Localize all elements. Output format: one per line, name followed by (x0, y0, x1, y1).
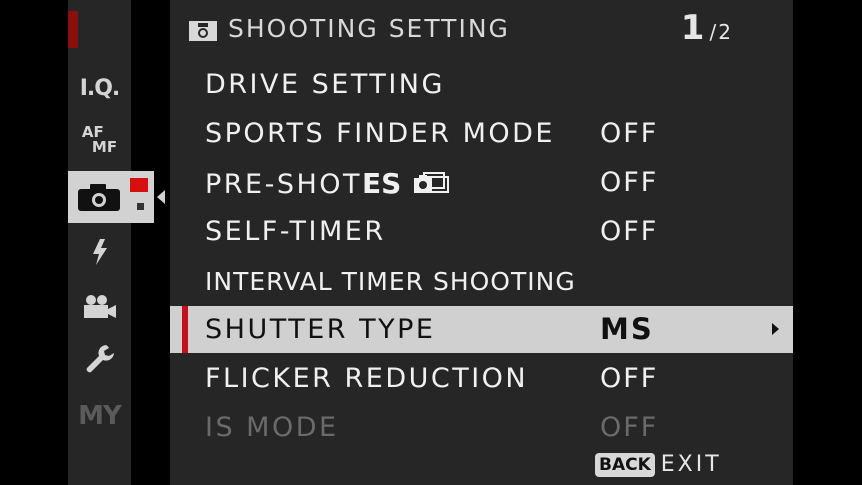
page-current: 1 (680, 8, 705, 48)
menu-item-label: SPORTS FINDER MODE (205, 118, 555, 149)
sidebar-item-image-quality[interactable]: I.Q. (68, 66, 131, 110)
menu-item-shutter-type[interactable]: SHUTTER TYPE MS (170, 306, 793, 353)
menu-item-label: INTERVAL TIMER SHOOTING (205, 267, 576, 296)
menu-item-label: SHUTTER TYPE (205, 314, 436, 345)
menu-item-label-group: PRE-SHOTES (205, 167, 452, 200)
sidebar-item-mf-label: MF (91, 138, 118, 156)
sidebar-item-movie[interactable] (68, 285, 131, 329)
sidebar-item-setup[interactable] (68, 337, 131, 381)
menu-item-label: FLICKER REDUCTION (205, 363, 529, 394)
burst-shooting-icon (414, 172, 450, 193)
page-total: /2 (709, 20, 733, 44)
menu-item-label: IS MODE (205, 412, 339, 443)
page-indicator: 1 /2 (681, 8, 733, 48)
camera-icon (189, 21, 217, 41)
active-tab-dot (137, 203, 144, 210)
menu-item-value: MS (600, 312, 654, 346)
menu-item-label: DRIVE SETTING (205, 69, 445, 100)
sidebar-item-iq-label: I.Q. (79, 75, 121, 101)
movie-camera-icon (83, 295, 116, 318)
camera-icon (78, 184, 120, 211)
menu-item-label: PRE-SHOT (205, 169, 363, 200)
es-badge: ES (362, 167, 402, 200)
menu-item-value: OFF (600, 412, 659, 443)
chevron-right-icon (772, 323, 779, 335)
sidebar-item-flash[interactable] (68, 230, 131, 274)
menu-item-value: OFF (600, 118, 659, 149)
menu-header: SHOOTING SETTING 1 /2 (170, 0, 793, 60)
menu-item-flicker-reduction[interactable]: FLICKER REDUCTION OFF (170, 355, 793, 402)
sidebar-item-my-label: MY (78, 401, 122, 431)
exit-label: EXIT (660, 452, 722, 477)
menu-item-value: OFF (600, 363, 659, 394)
page-title: SHOOTING SETTING (228, 14, 510, 43)
active-tab-indicator (130, 178, 148, 192)
menu-item-value: OFF (600, 216, 659, 247)
sidebar-item-my-menu[interactable]: MY (68, 394, 131, 438)
selection-marker (182, 306, 188, 353)
sidebar-pointer-icon (157, 190, 165, 204)
back-button-badge[interactable]: BACK (595, 452, 655, 477)
menu-item-value: OFF (600, 167, 659, 198)
menu-item-interval-timer-shooting[interactable]: INTERVAL TIMER SHOOTING (170, 257, 793, 304)
menu-item-pre-shot[interactable]: PRE-SHOTES OFF (170, 159, 793, 206)
menu-item-sports-finder-mode[interactable]: SPORTS FINDER MODE OFF (170, 110, 793, 157)
sidebar-top-marker (68, 11, 78, 48)
wrench-icon (86, 345, 114, 373)
flash-icon (92, 239, 107, 265)
menu-item-is-mode: IS MODE OFF (170, 404, 793, 451)
footer-hint[interactable]: BACK EXIT (595, 452, 722, 477)
menu-item-label: SELF-TIMER (205, 216, 386, 247)
sidebar-item-af-mf[interactable]: AF MF (68, 118, 131, 162)
menu-item-drive-setting[interactable]: DRIVE SETTING (170, 61, 793, 108)
menu-item-self-timer[interactable]: SELF-TIMER OFF (170, 208, 793, 255)
